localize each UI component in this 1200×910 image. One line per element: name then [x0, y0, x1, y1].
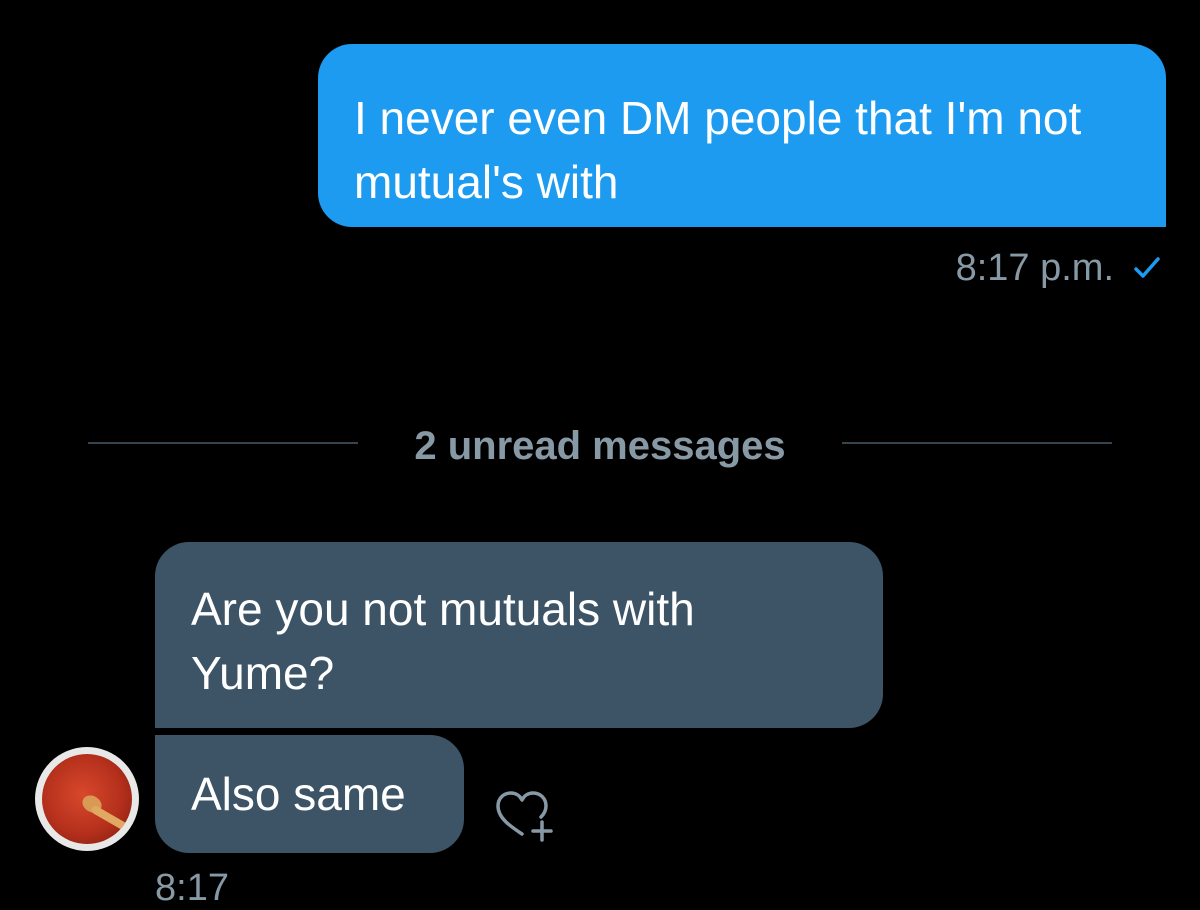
received-message-bubble[interactable]: Also same	[155, 735, 464, 853]
sent-message-bubble[interactable]: I never even DM people that I'm not mutu…	[318, 44, 1166, 227]
avatar[interactable]	[35, 747, 139, 851]
divider-line-left	[88, 442, 358, 444]
received-message-text: Are you not mutuals with Yume?	[191, 583, 695, 699]
divider-line-right	[842, 442, 1112, 444]
received-message-time: 8:17	[155, 867, 229, 909]
heart-plus-icon[interactable]	[492, 788, 556, 844]
received-message-text: Also same	[191, 768, 406, 820]
unread-messages-label: 2 unread messages	[414, 424, 786, 468]
sent-message-meta: 8:17 p.m.	[956, 243, 1162, 293]
received-message-bubble[interactable]: Are you not mutuals with Yume?	[155, 542, 883, 728]
avatar-image	[42, 754, 132, 844]
sent-message-time: 8:17 p.m.	[955, 246, 1114, 289]
sent-message-text: I never even DM people that I'm not mutu…	[354, 92, 1082, 208]
check-icon	[1132, 253, 1162, 283]
